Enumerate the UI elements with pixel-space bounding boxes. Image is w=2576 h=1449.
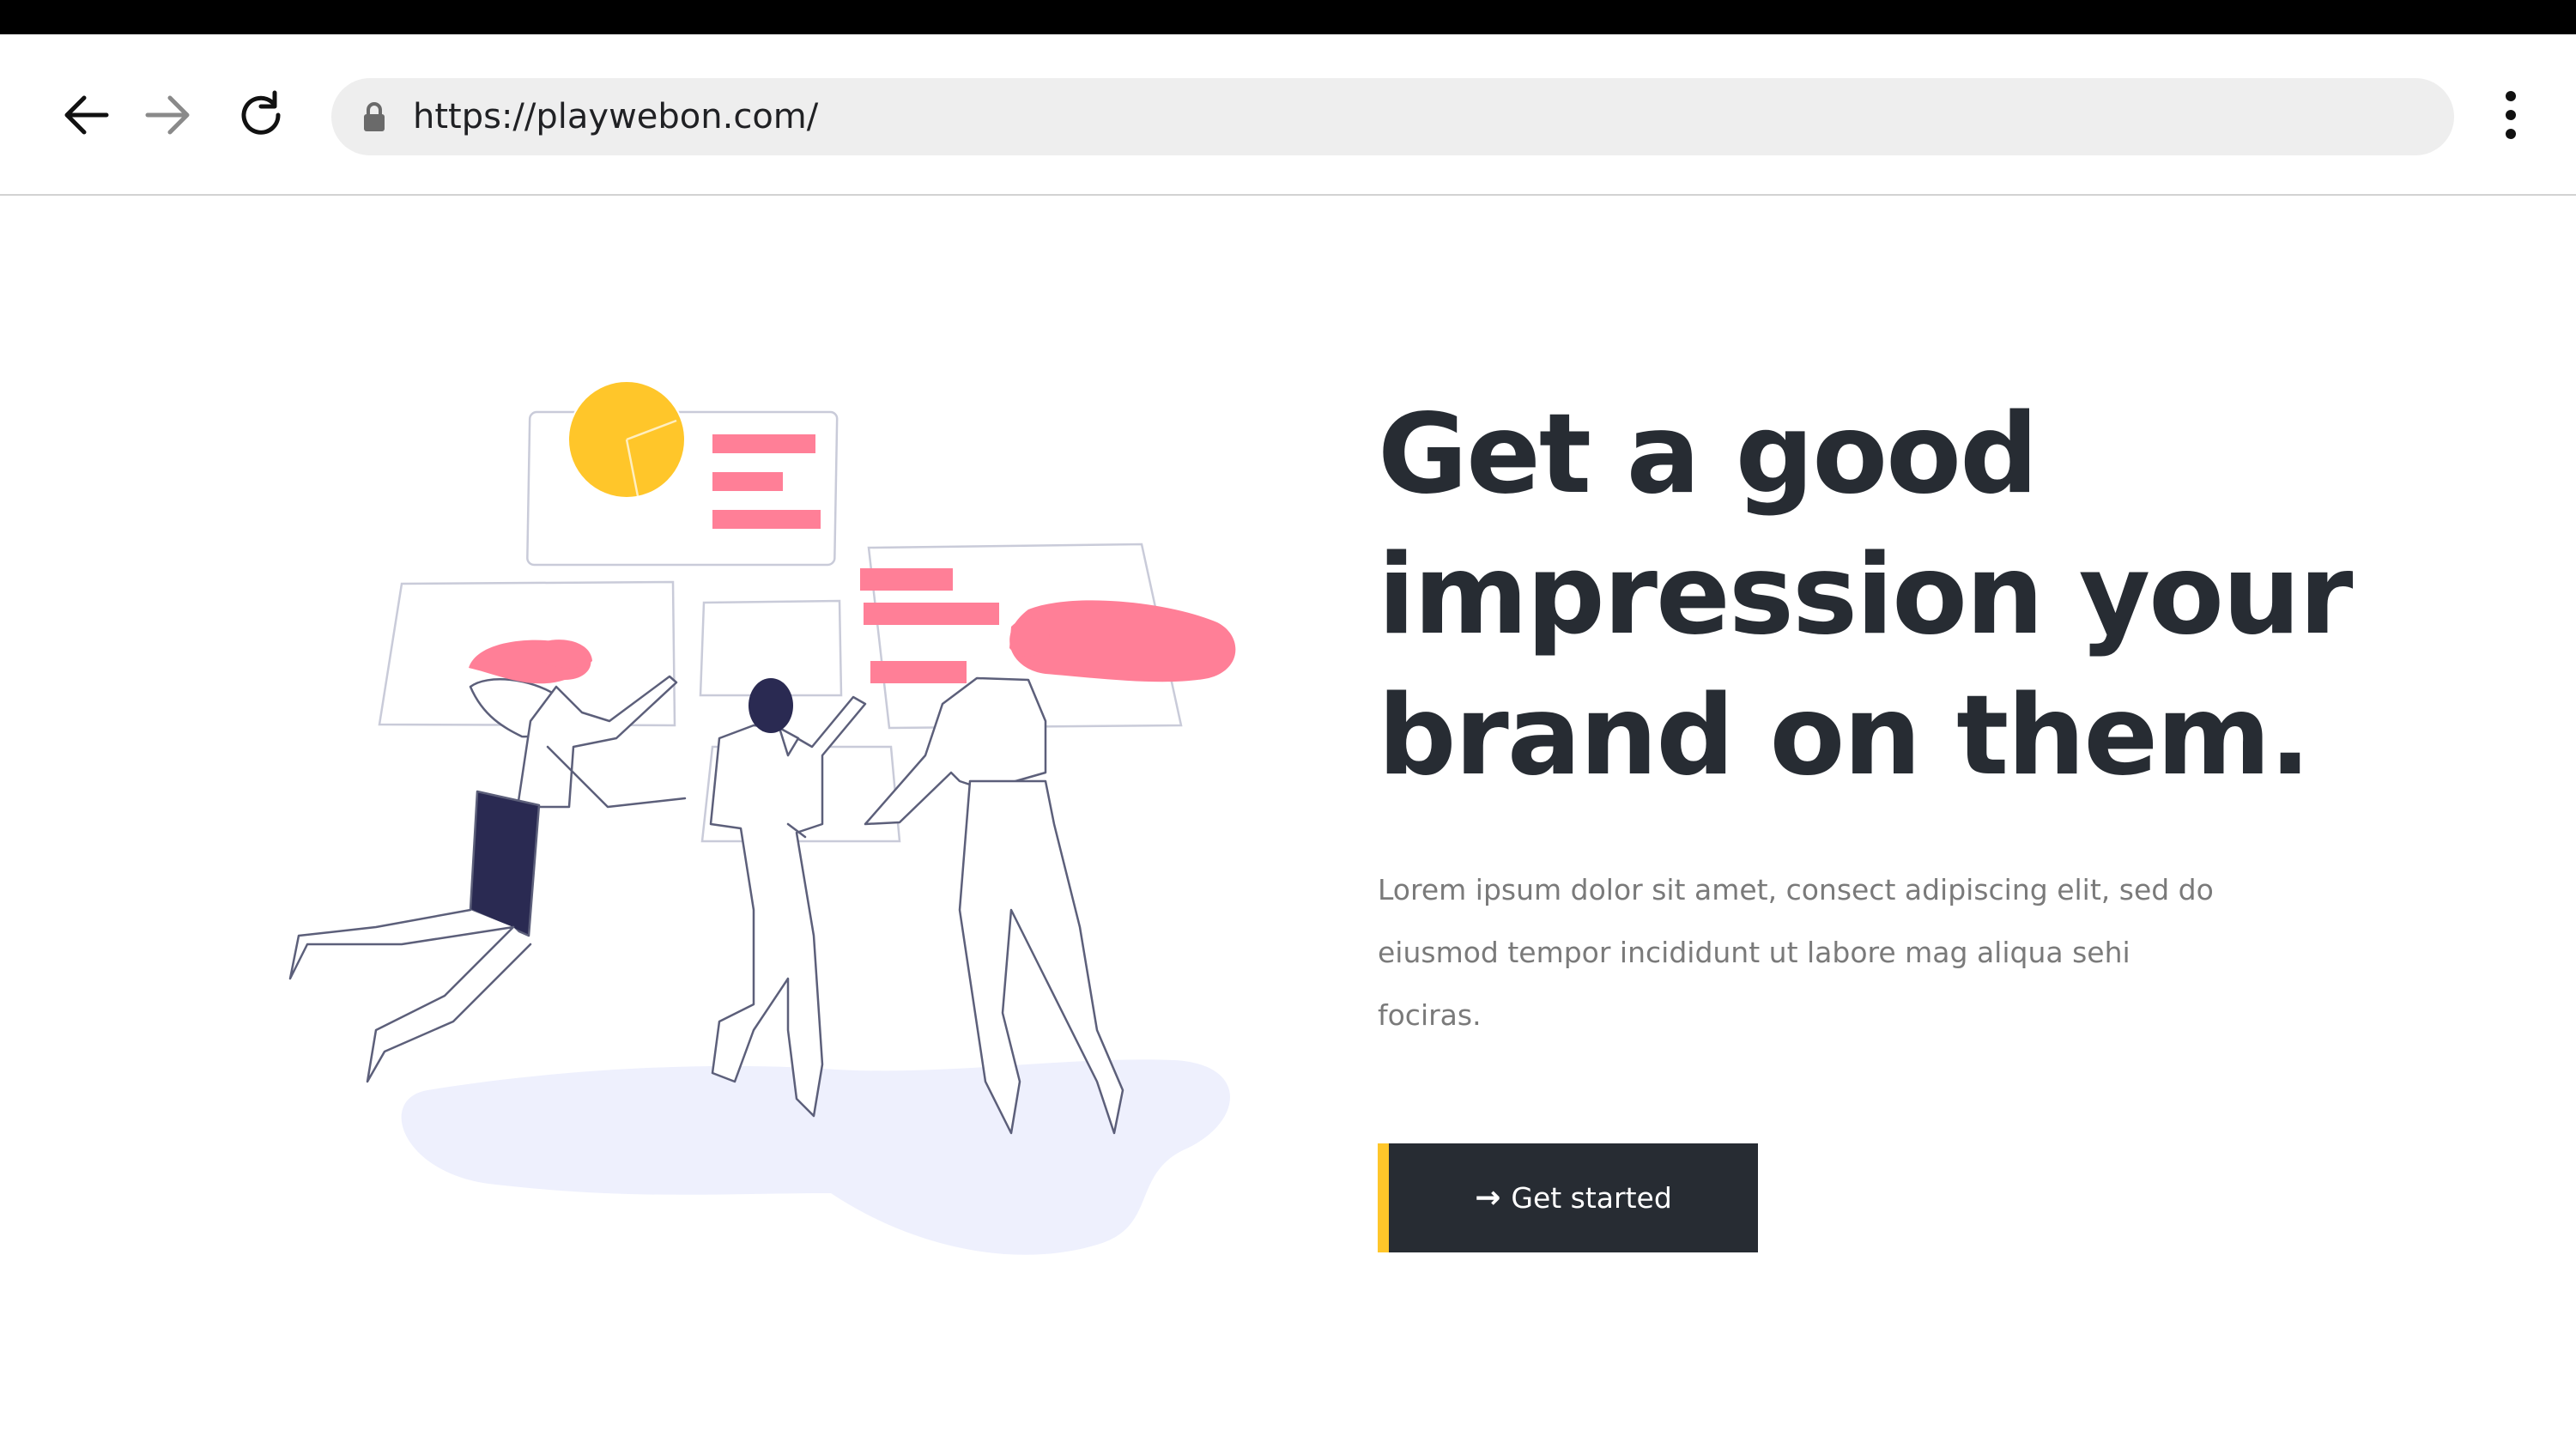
lock-icon	[364, 102, 385, 131]
browser-toolbar: https://playwebon.com/	[0, 34, 2576, 196]
status-bar	[0, 0, 2576, 34]
arrow-right-icon: →	[1475, 1180, 1501, 1216]
browser-menu-button[interactable]	[2489, 79, 2532, 151]
address-bar[interactable]: https://playwebon.com/	[331, 78, 2454, 155]
arrow-left-icon	[64, 95, 109, 135]
get-started-button[interactable]: → Get started	[1378, 1143, 1758, 1252]
reload-button[interactable]	[225, 79, 297, 151]
arrow-right-icon	[145, 95, 190, 135]
team-collaboration-illustration	[288, 380, 1236, 1255]
url-text: https://playwebon.com/	[413, 97, 819, 136]
reload-icon	[241, 90, 281, 135]
hero-title: Get a good impression your brand on them…	[1378, 391, 2353, 800]
back-button[interactable]	[50, 79, 122, 151]
hero-description: Lorem ipsum dolor sit amet, consect adip…	[1378, 873, 2214, 1032]
more-vertical-icon	[2506, 91, 2516, 101]
get-started-label: Get started	[1511, 1181, 1672, 1215]
forward-button[interactable]	[132, 79, 204, 151]
